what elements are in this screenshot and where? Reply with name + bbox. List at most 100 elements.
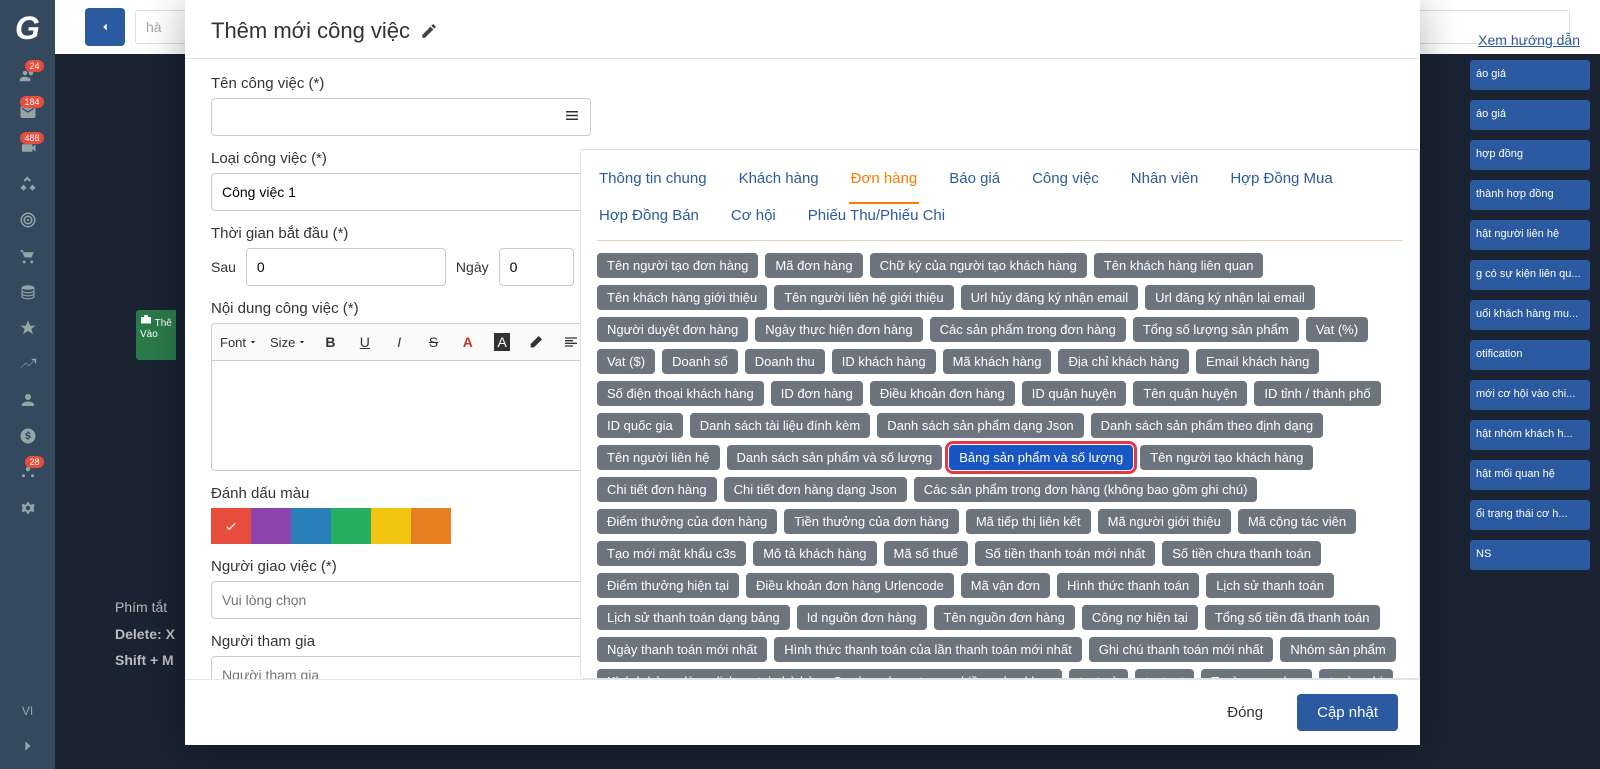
tab-hợp-đồng-bán[interactable]: Hợp Đồng Bán — [597, 199, 701, 232]
edit-icon[interactable] — [420, 22, 438, 40]
variable-tag[interactable]: Điều khoản đơn hàng — [870, 381, 1015, 406]
rail-icon-user[interactable] — [8, 382, 48, 418]
variable-tag[interactable]: Địa chỉ khách hàng — [1058, 349, 1189, 374]
guide-link[interactable]: Xem hướng dẫn — [1478, 32, 1580, 48]
tab-đơn-hàng[interactable]: Đơn hàng — [849, 162, 920, 204]
tab-báo-giá[interactable]: Báo giá — [947, 162, 1002, 195]
variable-tag[interactable]: Tên nguồn đơn hàng — [934, 605, 1075, 630]
variable-tag[interactable]: Ghi chú thanh toán mới nhất — [1089, 637, 1274, 662]
bg-action-card[interactable]: áo giá — [1470, 100, 1590, 130]
size-select[interactable]: Size — [270, 335, 307, 350]
variable-tag[interactable]: Điều khoản đơn hàng Urlencode — [746, 573, 954, 598]
variable-tag[interactable]: ID đơn hàng — [771, 381, 863, 406]
variable-tag[interactable]: Mã khách hàng — [943, 349, 1052, 374]
variable-tag[interactable]: testget — [1135, 669, 1194, 679]
rail-icon-cart[interactable] — [8, 238, 48, 274]
variable-tag[interactable]: Vat (%) — [1306, 317, 1368, 342]
variable-tag[interactable]: ID tỉnh / thành phố — [1254, 381, 1380, 406]
color-swatch[interactable] — [411, 508, 451, 544]
variable-tag[interactable]: Tên khách hàng liên quan — [1094, 253, 1264, 278]
type-input[interactable] — [211, 173, 591, 211]
variable-tag[interactable]: trường hi — [1319, 669, 1392, 679]
variable-tag[interactable]: Tạo mới mật khẩu c3s — [597, 541, 746, 566]
bg-action-card[interactable]: mới cơ hội vào chi... — [1470, 380, 1590, 410]
variable-tag[interactable]: Danh sách tài liệu đính kèm — [690, 413, 870, 438]
variable-tag[interactable]: Tên người tạo đơn hàng — [597, 253, 758, 278]
variable-tag[interactable]: Tên người liên hệ giới thiệu — [774, 285, 953, 310]
variable-tag[interactable]: Ngày thực hiện đơn hàng — [755, 317, 922, 342]
underline-button[interactable]: U — [354, 330, 376, 354]
variable-tag[interactable]: Số điện thoại khách hàng — [597, 381, 764, 406]
align-button[interactable] — [560, 330, 582, 354]
variable-tag[interactable]: Ngày thanh toán mới nhất — [597, 637, 767, 662]
bg-action-card[interactable]: otification — [1470, 340, 1590, 370]
font-select[interactable]: Font — [220, 335, 258, 350]
variable-tag[interactable]: Chi tiết đơn hàng dạng Json — [724, 477, 907, 502]
name-input[interactable] — [211, 98, 591, 136]
strike-button[interactable]: S — [422, 330, 444, 354]
rail-icon-org[interactable]: 28 — [8, 454, 48, 490]
variable-tag[interactable]: Trường number — [1201, 669, 1312, 679]
color-swatch[interactable] — [331, 508, 371, 544]
tab-cơ-hội[interactable]: Cơ hội — [729, 199, 778, 232]
variable-tag[interactable]: Điểm thưởng của đơn hàng — [597, 509, 777, 534]
bg-action-card[interactable]: áo giá — [1470, 60, 1590, 90]
variable-tag[interactable]: Url đăng ký nhận lại email — [1145, 285, 1315, 310]
variable-tag[interactable]: Danh sách sản phẩm và số lượng — [727, 445, 943, 470]
variable-tag[interactable]: Hình thức thanh toán — [1057, 573, 1199, 598]
lang-toggle[interactable]: VI — [22, 692, 33, 730]
logo[interactable]: G — [8, 8, 48, 48]
color-swatch[interactable] — [251, 508, 291, 544]
variable-tag[interactable]: Danh sách sản phẩm dạng Json — [877, 413, 1083, 438]
variable-tag[interactable]: Chi tiết đơn hàng — [597, 477, 717, 502]
submit-button[interactable]: Cập nhật — [1297, 694, 1398, 731]
eraser-button[interactable] — [525, 330, 547, 354]
variable-tag[interactable]: Nhóm sản phẩm — [1280, 637, 1395, 662]
variable-tag[interactable]: ID quận huyện — [1022, 381, 1127, 406]
variable-tag[interactable]: ID khách hàng — [832, 349, 936, 374]
variable-tag[interactable]: Tên người liên hệ — [597, 445, 720, 470]
variable-tag[interactable]: Danh sách sản phẩm theo định dạng — [1091, 413, 1324, 438]
variable-tag[interactable]: Tổng số lượng sản phẩm — [1133, 317, 1299, 342]
list-icon[interactable] — [563, 107, 581, 128]
variable-tag[interactable]: Mã số thuế — [884, 541, 968, 566]
color-swatch[interactable] — [211, 508, 251, 544]
bg-color-button[interactable]: A — [491, 330, 513, 354]
variable-tag[interactable]: Url hủy đăng ký nhận email — [961, 285, 1139, 310]
bg-action-card[interactable]: hợp đồng — [1470, 140, 1590, 170]
text-color-button[interactable]: A — [457, 330, 479, 354]
bg-action-card[interactable]: NS — [1470, 540, 1590, 570]
tab-khách-hàng[interactable]: Khách hàng — [737, 162, 821, 195]
back-button[interactable] — [85, 8, 125, 46]
rail-icon-mail[interactable]: 184 — [8, 94, 48, 130]
variable-tag[interactable]: Các sản phẩm trong đơn hàng — [930, 317, 1126, 342]
rail-icon-chart[interactable] — [8, 346, 48, 382]
rail-icon-handshake[interactable] — [8, 166, 48, 202]
tab-thông-tin-chung[interactable]: Thông tin chung — [597, 162, 709, 195]
bg-action-card[interactable]: ổi trạng thái cơ h... — [1470, 500, 1590, 530]
variable-tag[interactable]: Khách hàng dùng dịch vụ tại nhà hàng Gar… — [597, 669, 1062, 679]
variable-tag[interactable]: Mã người giới thiệu — [1098, 509, 1231, 534]
tab-hợp-đồng-mua[interactable]: Hợp Đồng Mua — [1228, 162, 1334, 195]
rail-icon-bullhorn[interactable]: 488 — [8, 130, 48, 166]
variable-tag[interactable]: Lịch sử thanh toán dạng bảng — [597, 605, 790, 630]
days-input[interactable] — [499, 248, 574, 286]
variable-tag[interactable]: Số tiền thanh toán mới nhất — [975, 541, 1155, 566]
variable-tag[interactable]: Tên người tạo khách hàng — [1140, 445, 1313, 470]
variable-tag[interactable]: Mã đơn hàng — [765, 253, 862, 278]
variable-tag[interactable]: Người duyệt đơn hàng — [597, 317, 748, 342]
color-swatch[interactable] — [291, 508, 331, 544]
variable-tag[interactable]: Tên khách hàng giới thiệu — [597, 285, 767, 310]
variable-tag[interactable]: Số tiền chưa thanh toán — [1162, 541, 1321, 566]
bg-action-card[interactable]: hật người liên hệ — [1470, 220, 1590, 250]
variable-tag[interactable]: Doanh thu — [745, 349, 825, 374]
bg-action-card[interactable]: uổi khách hàng mu... — [1470, 300, 1590, 330]
variable-tag[interactable]: Tiền thưởng của đơn hàng — [784, 509, 959, 534]
variable-tag[interactable]: Id nguồn đơn hàng — [797, 605, 927, 630]
variable-tag[interactable]: Email khách hàng — [1196, 349, 1319, 374]
rail-icon-gear[interactable] — [8, 490, 48, 526]
tab-công-việc[interactable]: Công việc — [1030, 162, 1101, 195]
bg-action-card[interactable]: thành hợp đồng — [1470, 180, 1590, 210]
variable-tag[interactable]: Chữ ký của người tạo khách hàng — [870, 253, 1087, 278]
bg-action-card[interactable]: hật mối quan hệ — [1470, 460, 1590, 490]
